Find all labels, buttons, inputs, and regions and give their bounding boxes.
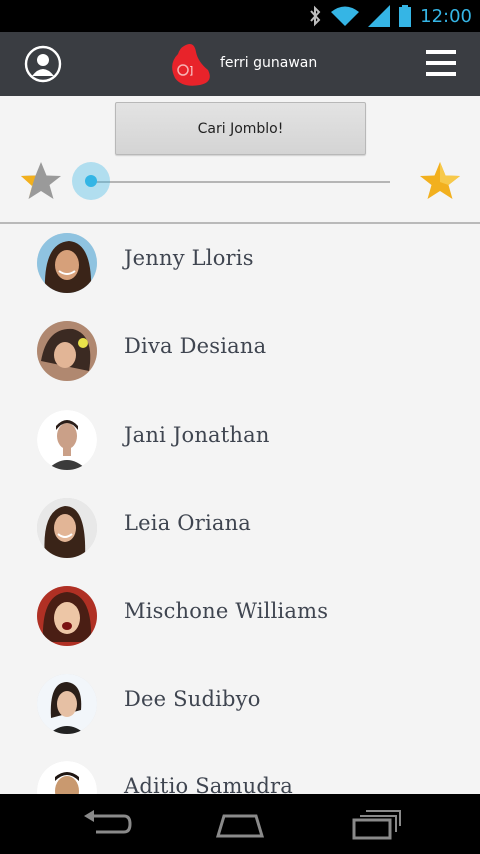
avatar [37,410,97,470]
system-nav-bar [0,794,480,854]
user-icon [24,45,62,83]
rating-slider-thumb[interactable] [72,162,110,200]
signal-icon [368,5,391,27]
contact-name: Leia Oriana [124,511,252,535]
wifi-icon [331,6,360,26]
battery-icon [399,5,412,27]
home-icon[interactable] [214,808,266,840]
star-gold-icon[interactable] [418,160,462,202]
profile-button[interactable] [24,45,62,83]
avatar [37,761,97,794]
list-item[interactable]: Jenny Lloris [0,224,480,312]
app-header: ] ferri gunawan [0,32,480,96]
list-item[interactable]: Dee Sudibyo [0,665,480,753]
avatar [37,586,97,646]
list-item[interactable]: Diva Desiana [0,312,480,400]
avatar-photo-icon [37,233,97,293]
recent-apps-icon[interactable] [350,808,402,840]
list-item[interactable]: Jani Jonathan [0,401,480,489]
avatar [37,674,97,734]
list-item[interactable]: Leia Oriana [0,489,480,577]
avatar-photo-icon [37,674,97,734]
back-icon[interactable] [80,808,132,840]
hamburger-menu-icon [426,50,456,54]
contact-name: Aditio Samudra [124,774,293,794]
app-logo: ] [170,42,212,88]
contact-name: Mischone Williams [124,599,329,623]
avatar-photo-icon [37,761,97,794]
status-bar: 12:00 [0,0,480,32]
menu-bar-bottom [426,72,456,76]
rating-slider-track[interactable] [92,181,390,183]
username-label: ferri gunawan [220,55,318,71]
contact-name: Diva Desiana [124,334,267,358]
avatar-photo-icon [37,410,97,470]
menu-button[interactable] [426,48,456,78]
bluetooth-icon [310,5,321,27]
avatar [37,498,97,558]
list-item[interactable]: Mischone Williams [0,577,480,665]
star-gray-icon[interactable] [19,160,63,202]
contact-name: Jani Jonathan [124,423,270,447]
avatar-photo-icon [37,321,97,381]
contact-name: Dee Sudibyo [124,687,261,711]
logo-blob-icon: ] [172,44,210,86]
avatar [37,321,97,381]
search-button[interactable]: Cari Jomblo! [115,102,366,155]
list-item[interactable]: Aditio Samudra [0,752,480,794]
menu-bar-mid [426,61,456,65]
svg-text:]: ] [189,64,193,77]
avatar [37,233,97,293]
status-icons: 12:00 [308,4,472,28]
avatar-photo-icon [37,498,97,558]
avatar-photo-icon [37,586,97,646]
contact-list: Jenny Lloris Diva Desiana Jani Jonathan [0,224,480,794]
clock: 12:00 [420,5,472,27]
contact-name: Jenny Lloris [124,246,254,270]
